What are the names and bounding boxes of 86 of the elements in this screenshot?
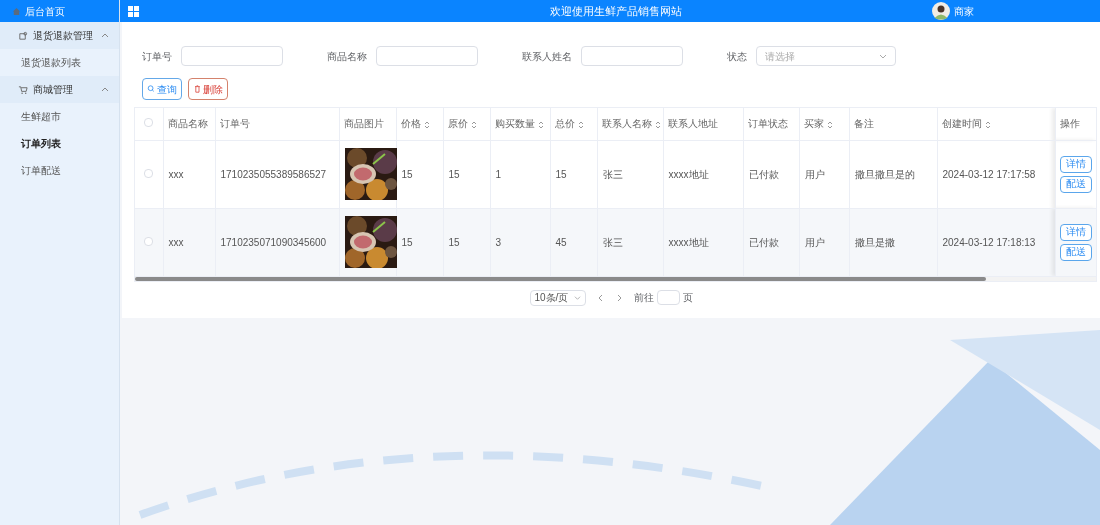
page-suffix: 页 — [682, 291, 693, 305]
sort-icon — [423, 120, 430, 129]
table-cell: xxxx地址 — [668, 168, 709, 180]
table-cell: 45 — [555, 236, 567, 248]
column-header: 订单状态 — [747, 118, 788, 130]
column-header[interactable]: 联系人名称 — [601, 118, 652, 130]
sort-icon — [984, 120, 991, 129]
column-header: 操作 — [1059, 118, 1080, 130]
table-cell: 已付款 — [748, 168, 779, 180]
trash-icon — [193, 85, 201, 93]
table-cell: xxx — [168, 236, 184, 248]
filter-label: 商品名称 — [327, 49, 367, 64]
table-cell: 15 — [401, 236, 413, 248]
avatar-icon — [932, 2, 950, 20]
table-cell: xxxx地址 — [668, 236, 709, 248]
table-cell: 撒旦撒旦是的 — [854, 168, 915, 180]
page-size-select[interactable]: 10条/页 — [529, 289, 586, 306]
table-cell: 15 — [401, 168, 413, 180]
delete-button[interactable]: 删除 — [188, 78, 228, 100]
dispatch-button[interactable]: 配送 — [1060, 175, 1093, 193]
row-checkbox[interactable] — [144, 236, 154, 246]
input-field[interactable] — [181, 46, 283, 66]
filter-label: 联系人姓名 — [522, 49, 572, 64]
column-header: 商品图片 — [343, 118, 384, 130]
table-cell: 15 — [555, 168, 567, 180]
table-cell: 1 — [495, 168, 502, 180]
table-cell: 用户 — [804, 168, 825, 180]
detail-button[interactable]: 详情 — [1060, 223, 1093, 241]
table-cell: 1710235071090345600 — [220, 236, 327, 248]
menu-item[interactable]: 退货退款列表 — [0, 49, 119, 76]
column-header[interactable]: 价格 — [400, 118, 421, 130]
search-icon — [147, 85, 155, 93]
scrollbar[interactable] — [135, 276, 986, 281]
goto-label: 前往 — [633, 291, 654, 305]
table-cell: 撒旦是撒 — [854, 236, 895, 248]
home-icon — [12, 6, 21, 16]
previous-page-icon[interactable] — [597, 293, 604, 302]
sort-icon — [826, 120, 833, 129]
home-link[interactable]: 后台首页 — [0, 0, 119, 22]
column-header[interactable]: 买家 — [803, 118, 824, 130]
sort-icon — [537, 120, 544, 129]
sort-icon — [577, 120, 584, 129]
input-field[interactable] — [376, 46, 478, 66]
cart-icon — [18, 84, 28, 95]
menu-group[interactable]: 商城管理 — [0, 76, 119, 103]
detail-button[interactable]: 详情 — [1060, 155, 1093, 173]
table-cell: 3 — [495, 236, 502, 248]
search-button[interactable]: 查询 — [142, 78, 182, 100]
table-cell: 用户 — [804, 236, 825, 248]
filter-label: 状态 — [727, 49, 747, 64]
table-cell: 15 — [448, 236, 460, 248]
input-field[interactable] — [581, 46, 683, 66]
sort-icon — [470, 120, 477, 129]
menu-item[interactable]: 生鲜超市 — [0, 103, 119, 130]
column-header[interactable]: 购买数量 — [494, 118, 535, 130]
filter-label: 订单号 — [142, 49, 172, 64]
dropdown-caret-icon — [573, 294, 581, 301]
table-cell: 已付款 — [748, 236, 779, 248]
table-cell: 张三 — [602, 168, 623, 180]
page-number-field[interactable] — [656, 290, 680, 305]
table-cell: 1710235055389586527 — [220, 168, 327, 180]
column-header: 备注 — [853, 118, 874, 130]
menu-group[interactable]: 退货退款管理 — [0, 22, 119, 49]
table-cell: 2024-03-12 17:17:58 — [942, 168, 1036, 180]
sort-icon — [654, 120, 661, 129]
menu-grid-icon[interactable] — [128, 5, 139, 17]
select-all-checkbox[interactable] — [144, 118, 154, 128]
menu-item[interactable]: 订单列表 — [0, 130, 119, 157]
table-cell: 张三 — [602, 236, 623, 248]
dropdown-caret-icon — [879, 52, 887, 60]
document-icon — [18, 30, 28, 41]
table-cell: 15 — [448, 168, 460, 180]
table-cell: 2024-03-12 17:18:13 — [942, 236, 1036, 248]
column-header: 联系人地址 — [667, 118, 718, 130]
menu-item[interactable]: 订单配送 — [0, 157, 119, 184]
row-checkbox[interactable] — [144, 168, 154, 178]
column-header[interactable]: 创建时间 — [941, 118, 982, 130]
dispatch-button[interactable]: 配送 — [1060, 243, 1093, 261]
column-header: 订单号 — [219, 118, 250, 130]
column-header: 商品名称 — [167, 118, 208, 130]
next-page-icon[interactable] — [615, 293, 622, 302]
table-cell: xxx — [168, 168, 184, 180]
column-header[interactable]: 原价 — [447, 118, 468, 130]
site-title: 欢迎使用生鲜产品销售网站 — [550, 3, 682, 19]
column-header[interactable]: 总价 — [554, 118, 575, 130]
user-name: 商家 — [954, 4, 974, 19]
